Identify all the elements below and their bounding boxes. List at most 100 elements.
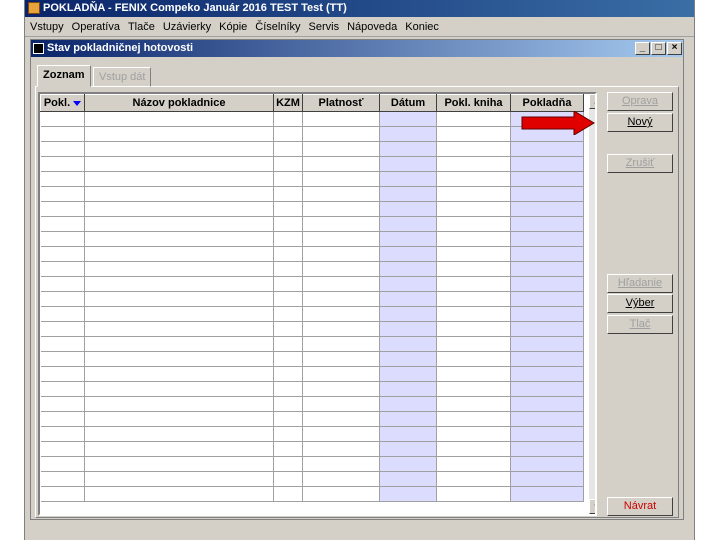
table-row[interactable]: [40, 411, 584, 427]
table-cell[interactable]: [379, 366, 437, 382]
table-cell[interactable]: [510, 291, 584, 307]
table-cell[interactable]: [379, 291, 437, 307]
table-cell[interactable]: [510, 381, 584, 397]
table-cell[interactable]: [84, 456, 274, 472]
table-cell[interactable]: [510, 141, 584, 157]
table-cell[interactable]: [379, 396, 437, 412]
table-cell[interactable]: [273, 216, 303, 232]
table-cell[interactable]: [273, 156, 303, 172]
table-cell[interactable]: [436, 351, 511, 367]
table-cell[interactable]: [40, 366, 85, 382]
table-cell[interactable]: [302, 156, 380, 172]
table-cell[interactable]: [379, 156, 437, 172]
table-cell[interactable]: [436, 291, 511, 307]
menu-uzavierky[interactable]: Uzávierky: [159, 17, 215, 37]
table-cell[interactable]: [40, 201, 85, 217]
table-cell[interactable]: [40, 156, 85, 172]
table-cell[interactable]: [40, 246, 85, 262]
table-cell[interactable]: [84, 111, 274, 127]
table-cell[interactable]: [436, 471, 511, 487]
table-cell[interactable]: [379, 486, 437, 502]
table-cell[interactable]: [40, 486, 85, 502]
table-row[interactable]: [40, 486, 584, 502]
table-cell[interactable]: [302, 471, 380, 487]
table-cell[interactable]: [84, 396, 274, 412]
table-cell[interactable]: [273, 141, 303, 157]
table-cell[interactable]: [510, 486, 584, 502]
table-cell[interactable]: [273, 246, 303, 262]
table-cell[interactable]: [84, 471, 274, 487]
table-cell[interactable]: [40, 306, 85, 322]
table-cell[interactable]: [302, 276, 380, 292]
close-button[interactable]: ×: [667, 42, 682, 55]
table-cell[interactable]: [84, 171, 274, 187]
table-cell[interactable]: [379, 141, 437, 157]
table-row[interactable]: [40, 231, 584, 247]
table-cell[interactable]: [510, 366, 584, 382]
table-cell[interactable]: [273, 261, 303, 277]
table-cell[interactable]: [84, 261, 274, 277]
table-cell[interactable]: [40, 321, 85, 337]
table-cell[interactable]: [84, 276, 274, 292]
table-row[interactable]: [40, 471, 584, 487]
table-cell[interactable]: [379, 171, 437, 187]
table-row[interactable]: [40, 366, 584, 382]
table-cell[interactable]: [379, 186, 437, 202]
table-cell[interactable]: [302, 366, 380, 382]
table-row[interactable]: [40, 456, 584, 472]
table-cell[interactable]: [436, 381, 511, 397]
table-cell[interactable]: [379, 351, 437, 367]
table-cell[interactable]: [436, 111, 511, 127]
table-cell[interactable]: [436, 396, 511, 412]
minimize-button[interactable]: _: [635, 42, 650, 55]
table-cell[interactable]: [40, 336, 85, 352]
scroll-down-icon[interactable]: ▼: [589, 499, 595, 514]
table-cell[interactable]: [510, 411, 584, 427]
table-cell[interactable]: [40, 351, 85, 367]
table-cell[interactable]: [84, 441, 274, 457]
table-cell[interactable]: [379, 411, 437, 427]
menu-kopie[interactable]: Kópie: [215, 17, 251, 37]
table-row[interactable]: [40, 336, 584, 352]
column-header-datum[interactable]: Dátum: [379, 94, 437, 112]
table-cell[interactable]: [510, 426, 584, 442]
table-cell[interactable]: [273, 456, 303, 472]
table-cell[interactable]: [40, 186, 85, 202]
menu-servis[interactable]: Servis: [305, 17, 344, 37]
table-cell[interactable]: [302, 486, 380, 502]
table-cell[interactable]: [436, 426, 511, 442]
table-cell[interactable]: [273, 276, 303, 292]
table-cell[interactable]: [40, 261, 85, 277]
table-cell[interactable]: [510, 231, 584, 247]
table-cell[interactable]: [436, 156, 511, 172]
table-cell[interactable]: [84, 381, 274, 397]
table-row[interactable]: [40, 441, 584, 457]
table-cell[interactable]: [302, 381, 380, 397]
column-header-kzm[interactable]: KZM: [273, 94, 303, 112]
table-cell[interactable]: [510, 321, 584, 337]
menu-ciselniky[interactable]: Číselníky: [251, 17, 304, 37]
table-cell[interactable]: [379, 426, 437, 442]
table-row[interactable]: [40, 261, 584, 277]
table-cell[interactable]: [436, 486, 511, 502]
menu-tlace[interactable]: Tlače: [124, 17, 159, 37]
table-cell[interactable]: [40, 126, 85, 142]
table-row[interactable]: [40, 156, 584, 172]
table-cell[interactable]: [436, 366, 511, 382]
table-cell[interactable]: [379, 456, 437, 472]
table-cell[interactable]: [379, 381, 437, 397]
table-cell[interactable]: [84, 186, 274, 202]
table-row[interactable]: [40, 246, 584, 262]
table-row[interactable]: [40, 321, 584, 337]
table-cell[interactable]: [40, 426, 85, 442]
table-cell[interactable]: [273, 366, 303, 382]
vyber-button[interactable]: Výber: [607, 294, 673, 313]
table-cell[interactable]: [436, 231, 511, 247]
table-cell[interactable]: [302, 351, 380, 367]
table-cell[interactable]: [302, 396, 380, 412]
table-cell[interactable]: [436, 171, 511, 187]
table-cell[interactable]: [436, 216, 511, 232]
column-header-platnost[interactable]: Platnosť: [302, 94, 380, 112]
table-cell[interactable]: [510, 186, 584, 202]
table-row[interactable]: [40, 201, 584, 217]
